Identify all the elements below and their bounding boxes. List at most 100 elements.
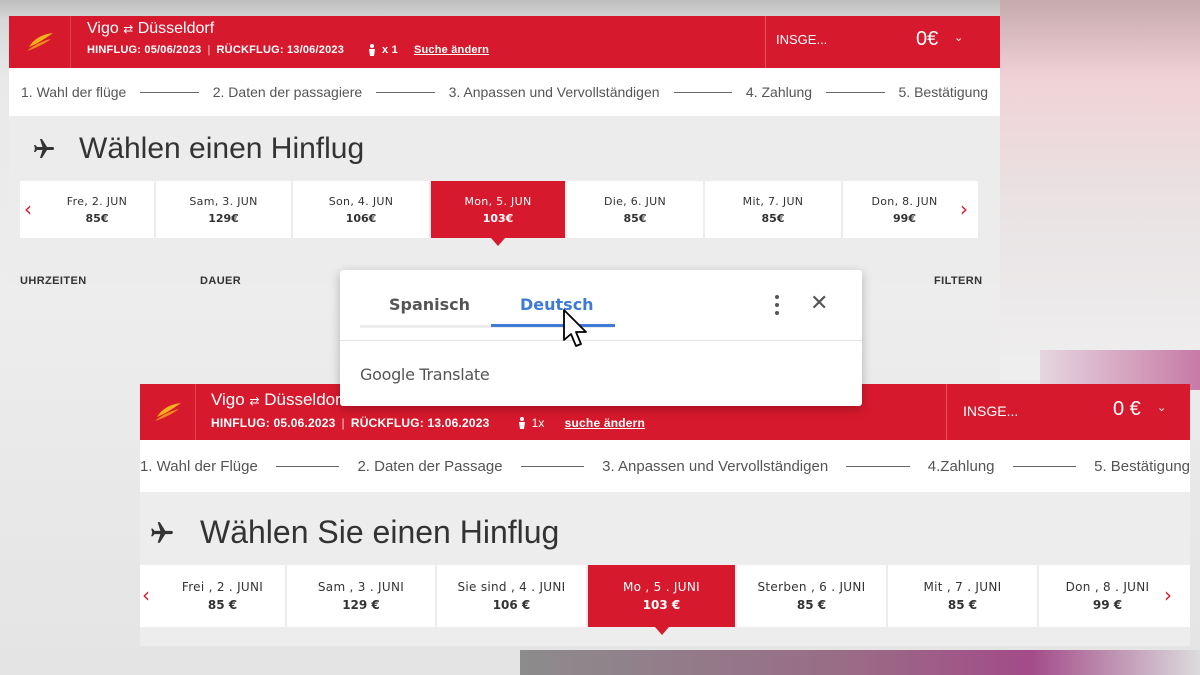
date-label: Frei , 2 . JUNI — [181, 580, 264, 594]
step-1[interactable]: 1. Wahl der flüge — [21, 84, 126, 100]
bottom-booking-screen: Vigo ⇄ Düsseldorf HINFLUG: 05.06.2023 | … — [140, 384, 1190, 646]
date-tab[interactable]: Sterben , 6 . JUNI 85 € — [737, 565, 888, 627]
date-label: Don, 8. JUN — [871, 194, 938, 208]
logo-box[interactable] — [140, 384, 196, 440]
chevron-right-icon[interactable]: › — [1164, 583, 1172, 607]
date-label: Don , 8 . JUNI — [1065, 580, 1150, 594]
step-divider — [826, 91, 885, 93]
heading-row: Wählen Sie einen Hinflug — [148, 514, 559, 551]
outbound-date: HINFLUG: 05.06.2023 — [211, 416, 336, 430]
chevron-down-icon: ⌄ — [954, 32, 964, 44]
date-price: 103€ — [482, 211, 514, 225]
total-label: INSGE... — [776, 32, 828, 47]
route: Vigo ⇄ Düsseldorf — [87, 20, 214, 38]
total-price-box[interactable]: INSGE... 0€ ⌄ — [765, 16, 1000, 68]
step-divider — [673, 91, 732, 93]
chevron-left-icon[interactable]: ‹ — [24, 197, 32, 221]
date-label: Fre, 2. JUN — [66, 194, 128, 208]
trip-meta: HINFLUG: 05/06/2023 | RÜCKFLUG: 13/06/20… — [87, 44, 489, 56]
date-label: Mit, 7. JUN — [742, 194, 804, 208]
route-to: Düsseldorf — [137, 20, 215, 37]
change-search-link[interactable]: Suche ändern — [414, 44, 489, 56]
date-price: 85€ — [85, 211, 109, 225]
step-4[interactable]: 4.Zahlung — [928, 458, 995, 475]
route-from: Vigo — [87, 20, 119, 37]
swap-icon: ⇄ — [249, 394, 260, 408]
total-price: 0€ — [916, 28, 939, 50]
separator: | — [207, 44, 211, 56]
active-tab-indicator — [491, 324, 615, 327]
date-carousel: Fre, 2. JUN 85€ Sam, 3. JUN 129€ Son, 4.… — [20, 181, 978, 246]
step-divider — [1012, 465, 1077, 467]
tab-source-language[interactable]: Spanisch — [389, 295, 470, 314]
page-title: Wählen Sie einen Hinflug — [200, 514, 560, 550]
date-price: 106 € — [492, 598, 531, 612]
background-blur — [520, 650, 1200, 675]
date-label: Mo , 5 . JUNI — [623, 580, 700, 594]
date-tab[interactable]: Die, 6. JUN 85€ — [567, 181, 705, 238]
close-icon[interactable]: ✕ — [810, 290, 828, 316]
route-to: Düsseldorf — [264, 390, 346, 409]
filter-times[interactable]: UHRZEITEN — [20, 275, 87, 286]
more-vert-icon[interactable] — [770, 292, 784, 318]
step-2[interactable]: 2. Daten der Passage — [357, 458, 502, 475]
chevron-right-icon[interactable]: › — [960, 197, 968, 221]
date-tab-selected[interactable]: Mon, 5. JUN 103€ — [431, 181, 567, 246]
chevron-left-icon[interactable]: ‹ — [142, 583, 150, 607]
page-title: Wählen einen Hinflug — [79, 132, 365, 165]
date-tab[interactable]: Fre, 2. JUN 85€ — [20, 181, 156, 238]
background-blur — [1000, 0, 1200, 380]
airline-logo-icon — [154, 403, 181, 421]
date-label: Mon, 5. JUN — [464, 194, 532, 208]
route: Vigo ⇄ Düsseldorf — [211, 390, 346, 410]
step-1[interactable]: 1. Wahl der Flüge — [140, 458, 258, 475]
date-tab-selected[interactable]: Mo , 5 . JUNI 103 € — [588, 565, 737, 635]
plane-icon — [151, 521, 173, 543]
date-price: 103 € — [642, 598, 681, 612]
step-divider — [846, 465, 910, 467]
chevron-down-icon: ⌄ — [1157, 402, 1167, 414]
date-tab[interactable]: Sam, 3. JUN 129€ — [156, 181, 293, 238]
date-price: 85€ — [761, 211, 785, 225]
date-label: Mit , 7 . JUNI — [923, 580, 1002, 594]
date-carousel: Frei , 2 . JUNI 85 € Sam , 3 . JUNI 129 … — [140, 565, 1190, 635]
passenger-count: 1x — [531, 416, 545, 430]
logo-box[interactable] — [9, 16, 71, 68]
step-2[interactable]: 2. Daten der passagiere — [213, 84, 362, 100]
total-price: 0 € — [1113, 398, 1141, 420]
step-5[interactable]: 5. Bestätigung — [1094, 458, 1190, 475]
date-label: Son, 4. JUN — [328, 194, 394, 208]
step-4[interactable]: 4. Zahlung — [746, 84, 812, 100]
date-tab[interactable]: Don, 8. JUN 99€ — [843, 181, 978, 238]
person-icon — [518, 417, 525, 429]
return-date: RÜCKFLUG: 13/06/2023 — [216, 44, 345, 56]
step-divider — [376, 91, 435, 93]
date-price: 106€ — [345, 211, 377, 225]
change-search-link[interactable]: suche ändern — [565, 416, 645, 430]
date-label: Sam, 3. JUN — [189, 194, 258, 208]
total-price-box[interactable]: INSGE... 0 € ⌄ — [946, 384, 1190, 440]
step-3[interactable]: 3. Anpassen und Vervollständigen — [602, 458, 828, 475]
outbound-date: HINFLUG: 05/06/2023 — [87, 44, 202, 56]
date-tab[interactable]: Mit , 7 . JUNI 85 € — [888, 565, 1039, 627]
date-price: 99€ — [893, 211, 916, 225]
plane-icon — [34, 139, 54, 158]
date-price: 85€ — [623, 211, 647, 225]
date-tab[interactable]: Sam , 3 . JUNI 129 € — [287, 565, 437, 627]
filter-duration[interactable]: DAUER — [200, 275, 241, 286]
date-tab[interactable]: Son, 4. JUN 106€ — [293, 181, 431, 238]
step-3[interactable]: 3. Anpassen und Vervollständigen — [449, 84, 660, 100]
date-tab[interactable]: Mit, 7. JUN 85€ — [705, 181, 843, 238]
date-label: Sam , 3 . JUNI — [317, 580, 405, 594]
filter-button[interactable]: FILTERN — [934, 275, 982, 286]
date-tab[interactable]: Sie sind , 4 . JUNI 106 € — [437, 565, 588, 627]
divider — [340, 340, 862, 341]
date-tab[interactable]: Frei , 2 . JUNI 85 € — [140, 565, 287, 627]
date-price: 85 € — [207, 598, 238, 612]
top-booking-screen: Vigo ⇄ Düsseldorf HINFLUG: 05/06/2023 | … — [9, 16, 1000, 286]
airline-logo-icon — [26, 33, 53, 51]
step-divider — [520, 465, 585, 467]
date-price: 129€ — [208, 211, 239, 225]
step-5[interactable]: 5. Bestätigung — [899, 84, 989, 100]
date-label: Die, 6. JUN — [603, 194, 667, 208]
